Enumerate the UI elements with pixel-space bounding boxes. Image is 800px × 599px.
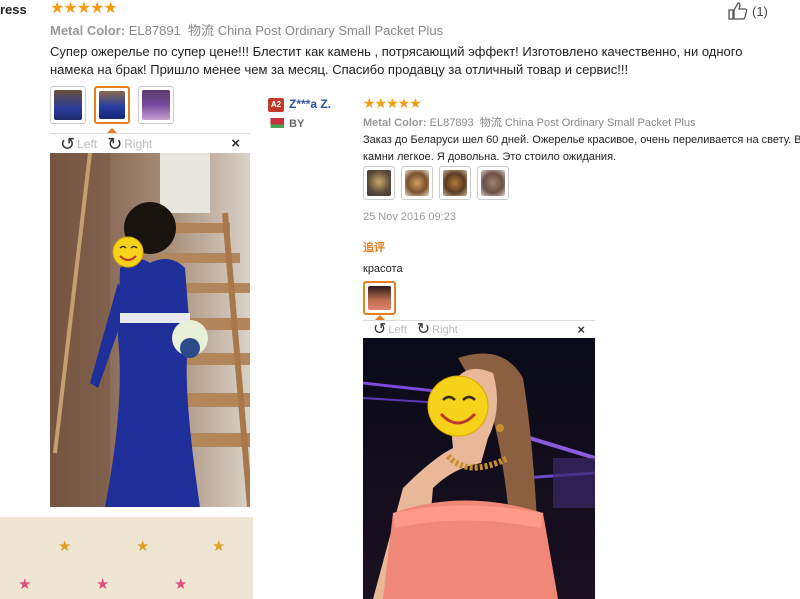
shipping-label: 物流	[479, 117, 502, 129]
buyer-level-badge: A2	[268, 98, 284, 112]
close-viewer-button[interactable]: ×	[231, 135, 240, 152]
review-photo-large	[50, 153, 250, 507]
review-meta: Metal Color: EL87893 物流 China Post Ordin…	[363, 114, 696, 130]
rotate-left-label: Left	[388, 323, 407, 336]
metal-color-value: EL87893	[429, 117, 474, 129]
photo-thumbnail[interactable]	[401, 166, 433, 200]
reviewer-name[interactable]: Z***a Z.	[289, 97, 331, 111]
rotate-right-button[interactable]: ↻ Right	[107, 135, 152, 153]
followup-label: 追评	[363, 242, 385, 254]
review-photo-thumbnails	[50, 86, 174, 124]
rotate-left-icon: ↺	[373, 320, 387, 338]
review-text: Заказ до Беларуси шел 60 дней. Ожерелье …	[363, 134, 800, 163]
rotate-left-button[interactable]: ↺ Left	[60, 135, 97, 153]
rotate-left-button[interactable]: ↺ Left	[373, 320, 407, 338]
shipping-value: China Post Ordinary Small Packet Plus	[217, 23, 444, 38]
photo-viewer-toolbar: ↺ Left ↻ Right ×	[50, 133, 250, 153]
followup-text: красота	[363, 263, 403, 275]
rotate-left-icon: ↺	[60, 133, 76, 154]
review-photo-thumbnails	[363, 166, 509, 200]
rotate-right-icon: ↻	[107, 133, 123, 154]
star-pattern-icon: ★	[18, 576, 32, 593]
star-pattern-icon: ★	[96, 576, 110, 593]
rating-stars: ★★★★★	[50, 0, 118, 17]
photo-viewer-toolbar: ↺ Left ↻ Right ×	[363, 320, 595, 338]
product-title-cut: ress	[0, 2, 27, 17]
rotate-right-button[interactable]: ↻ Right	[416, 320, 458, 338]
photo-thumbnail[interactable]	[138, 86, 174, 124]
photo-thumbnail-active[interactable]	[363, 281, 396, 315]
photo-woman-necklace	[363, 338, 595, 599]
star-pattern-icon: ★	[58, 538, 72, 555]
thumb-up-icon	[728, 2, 748, 20]
rotate-right-label: Right	[432, 323, 458, 336]
metal-color-label: Metal Color:	[363, 117, 427, 129]
shipping-value: China Post Ordinary Small Packet Plus	[504, 117, 696, 129]
review-text: Супер ожерелье по супер цене!!! Блестит …	[50, 44, 743, 77]
reviewer-country: BY	[289, 118, 305, 130]
shipping-label: 物流	[188, 23, 215, 38]
review-photo-large	[363, 338, 595, 599]
metal-color-value: EL87891	[128, 23, 181, 38]
star-pattern-icon: ★	[174, 576, 188, 593]
star-pattern-icon: ★	[212, 538, 226, 555]
rating-stars: ★★★★★	[363, 95, 422, 111]
photo-thumbnail[interactable]	[477, 166, 509, 200]
star-pattern-icon: ★	[136, 538, 150, 555]
photo-thumbnail[interactable]	[363, 166, 395, 200]
review-date: 25 Nov 2016 09:23	[363, 211, 456, 223]
belarus-flag-icon	[268, 118, 284, 128]
rotate-right-icon: ↻	[416, 320, 431, 338]
review-meta: Metal Color: EL87891 物流 China Post Ordin…	[50, 20, 443, 39]
close-viewer-button[interactable]: ×	[577, 322, 585, 337]
metal-color-label: Metal Color:	[50, 23, 126, 38]
helpful-count: (1)	[752, 3, 768, 19]
rotate-left-label: Left	[77, 136, 98, 151]
photo-thumbnail-active[interactable]	[94, 86, 130, 124]
photo-woman-blue-dress	[50, 153, 250, 507]
photo-thumbnail[interactable]	[50, 86, 86, 124]
helpful-button[interactable]: (1)	[728, 2, 768, 20]
rotate-right-label: Right	[124, 136, 153, 151]
decorative-pattern: ★ ★ ★ ★ ★ ★	[0, 517, 253, 599]
photo-thumbnail[interactable]	[439, 166, 471, 200]
